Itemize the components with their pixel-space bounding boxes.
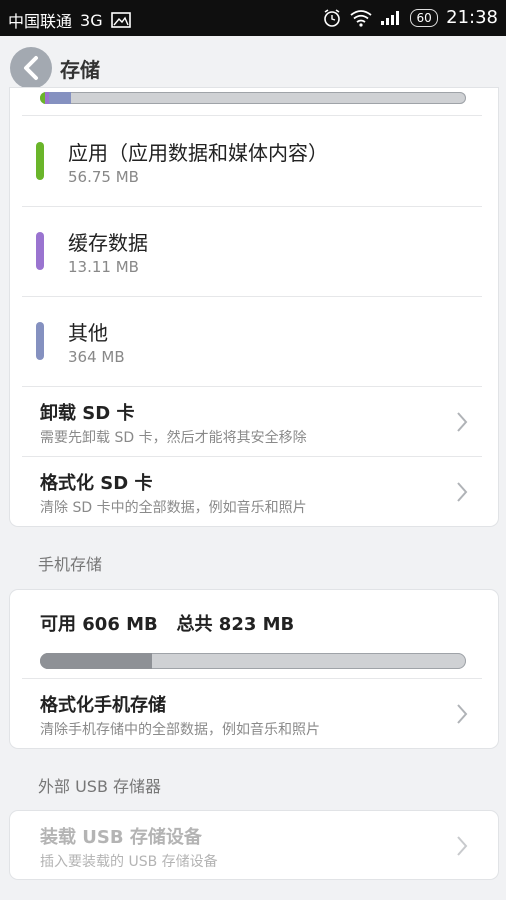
storage-category-apps[interactable]: 应用（应用数据和媒体内容） 56.75 MB [10, 117, 498, 205]
color-swatch [36, 142, 44, 180]
category-size: 56.75 MB [68, 168, 139, 186]
action-title: 装载 USB 存储设备 [40, 827, 202, 848]
action-subtitle: 插入要装载的 USB 存储设备 [40, 854, 218, 870]
divider [22, 115, 482, 116]
action-subtitle: 清除 SD 卡中的全部数据，例如音乐和照片 [40, 500, 307, 516]
back-button[interactable] [10, 47, 52, 89]
network-label: 3G [80, 10, 103, 30]
mount-usb-storage-button[interactable]: 装载 USB 存储设备 插入要装载的 USB 存储设备 [10, 811, 498, 879]
wifi-icon [350, 9, 372, 27]
signal-icon [381, 10, 400, 25]
carrier-label: 中国联通 [8, 12, 73, 31]
color-swatch [36, 322, 44, 360]
chevron-right-icon [457, 482, 468, 502]
battery-level: 60 [416, 10, 432, 25]
unmount-sd-card-button[interactable]: 卸载 SD 卡 需要先卸载 SD 卡，然后才能将其安全移除 [10, 387, 498, 457]
format-sd-card-button[interactable]: 格式化 SD 卡 清除 SD 卡中的全部数据，例如音乐和照片 [10, 457, 498, 526]
action-title: 格式化手机存储 [40, 695, 166, 716]
phone-usage-bar [40, 653, 466, 669]
section-header-phone-storage: 手机存储 [38, 555, 103, 574]
status-bar: 中国联通 3G 60 21:38 [0, 0, 506, 36]
action-title: 格式化 SD 卡 [40, 473, 153, 494]
usage-segment-used [40, 653, 153, 669]
action-subtitle: 需要先卸载 SD 卡，然后才能将其安全移除 [40, 430, 307, 446]
category-title: 应用（应用数据和媒体内容） [68, 141, 328, 165]
sd-storage-card: 应用（应用数据和媒体内容） 56.75 MB 缓存数据 13.11 MB 其他 … [10, 88, 498, 526]
storage-category-other[interactable]: 其他 364 MB [10, 297, 498, 385]
chevron-right-icon [457, 836, 468, 856]
format-phone-storage-button[interactable]: 格式化手机存储 清除手机存储中的全部数据，例如音乐和照片 [10, 679, 498, 748]
usb-storage-card: 装载 USB 存储设备 插入要装载的 USB 存储设备 [10, 811, 498, 879]
usage-segment-other [48, 92, 71, 104]
category-size: 364 MB [68, 348, 125, 366]
sd-usage-bar [40, 92, 466, 104]
storage-category-cache[interactable]: 缓存数据 13.11 MB [10, 207, 498, 295]
action-subtitle: 清除手机存储中的全部数据，例如音乐和照片 [40, 722, 320, 738]
category-size: 13.11 MB [68, 258, 139, 276]
page-title: 存储 [60, 58, 100, 82]
chevron-left-icon [24, 56, 38, 80]
phone-storage-card: 可用 606 MB 总共 823 MB 格式化手机存储 清除手机存储中的全部数据… [10, 590, 498, 748]
action-title: 卸载 SD 卡 [40, 403, 135, 424]
category-title: 其他 [68, 321, 108, 345]
clock: 21:38 [446, 7, 498, 28]
chevron-right-icon [457, 704, 468, 724]
alarm-icon [324, 8, 340, 27]
section-header-usb-storage: 外部 USB 存储器 [38, 777, 162, 796]
color-swatch [36, 232, 44, 270]
image-notification-icon [110, 12, 131, 28]
category-title: 缓存数据 [68, 231, 148, 255]
chevron-right-icon [457, 412, 468, 432]
battery-icon: 60 [410, 8, 439, 27]
phone-storage-summary: 可用 606 MB 总共 823 MB [40, 614, 295, 635]
